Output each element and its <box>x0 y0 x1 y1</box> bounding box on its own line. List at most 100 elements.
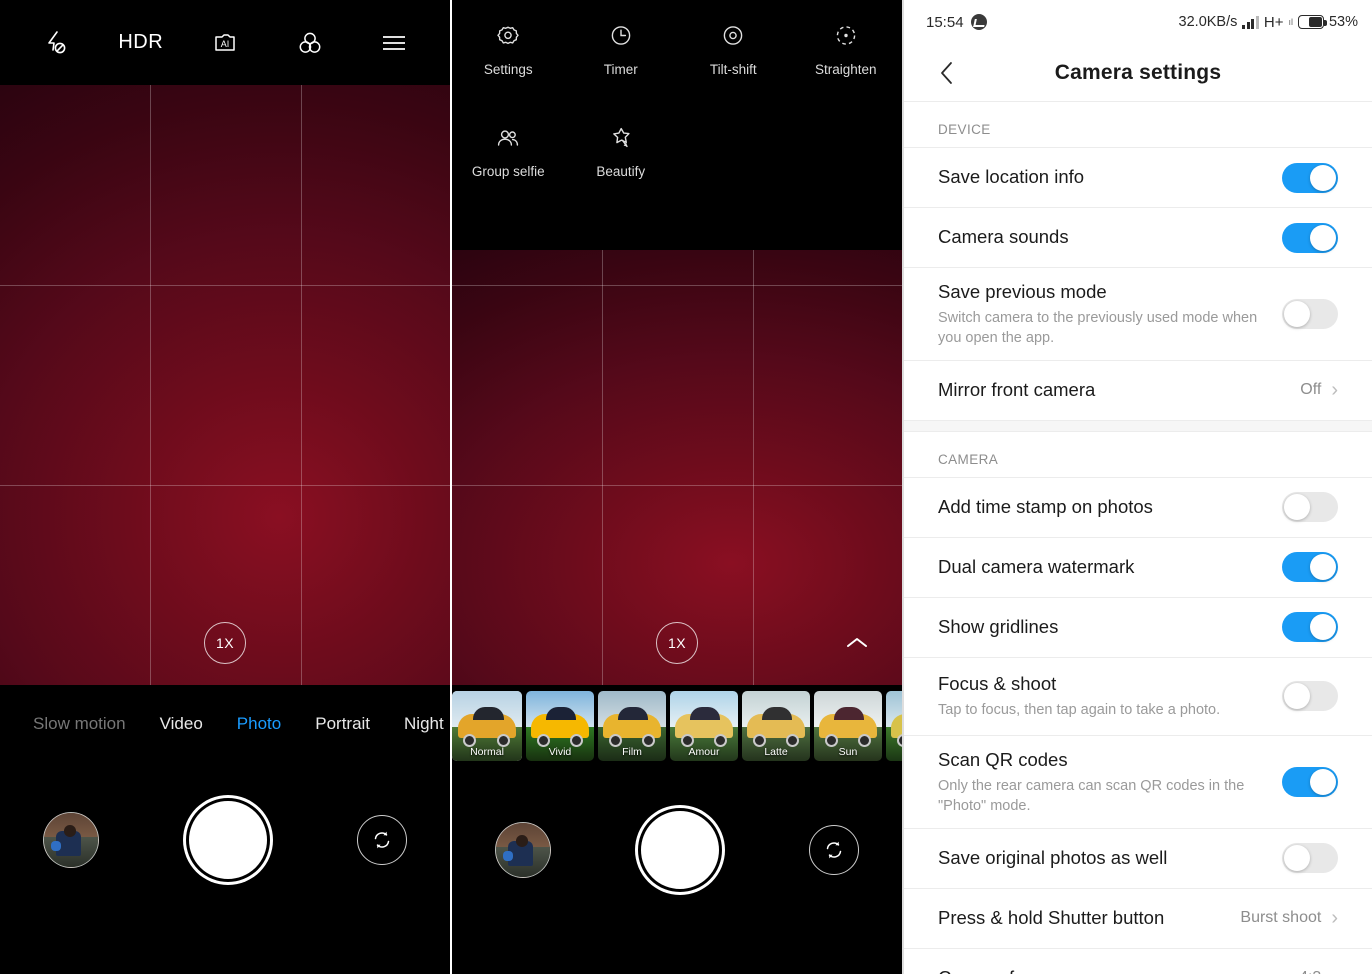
filter-item[interactable]: Sun <box>814 690 882 761</box>
zoom-level-button[interactable]: 1X <box>656 622 698 664</box>
filters-icon[interactable] <box>288 18 332 68</box>
hdr-button[interactable]: HDR <box>118 18 163 68</box>
zoom-level-label: 1X <box>667 635 687 651</box>
setting-row-save-previous-mode[interactable]: Save previous mode Switch camera to the … <box>904 267 1372 360</box>
toggle-save-original-photos[interactable] <box>1282 843 1338 874</box>
settings-gear-icon <box>497 26 519 45</box>
toggle-add-time-stamp[interactable] <box>1282 492 1338 523</box>
straighten-icon <box>836 26 856 45</box>
menu-item-label: Settings <box>483 62 533 77</box>
settings-header: Camera settings <box>904 44 1372 102</box>
gridline-vertical-1 <box>150 85 151 685</box>
shutter-button[interactable] <box>637 808 722 892</box>
setting-row-save-location-info[interactable]: Save location info <box>904 147 1372 207</box>
setting-row-camera-frame[interactable]: Camera frame 4:3 › <box>904 947 1372 974</box>
setting-row-camera-sounds[interactable]: Camera sounds <box>904 207 1372 267</box>
menu-item-label: Timer <box>603 62 638 77</box>
gridline-horizontal-2 <box>0 485 450 486</box>
setting-row-focus-and-shoot[interactable]: Focus & shoot Tap to focus, then tap aga… <box>904 656 1372 735</box>
svg-text:AI: AI <box>221 39 230 49</box>
switch-camera-button[interactable] <box>808 825 859 875</box>
filter-item[interactable]: Vivid <box>526 690 594 761</box>
filter-strip[interactable]: Normal Vivid Film Amour Latte Sun <box>452 688 902 763</box>
toggle-show-gridlines[interactable] <box>1282 612 1338 643</box>
filter-label: Vivid <box>548 745 572 758</box>
camera-topbar: HDR AI <box>0 0 450 85</box>
setting-title: Add time stamp on photos <box>938 495 1153 517</box>
toggle-focus-and-shoot[interactable] <box>1282 681 1338 712</box>
status-bar: 15:54 32.0KB/s H+ ıl 53% <box>904 0 1372 44</box>
setting-description: Switch camera to the previously used mod… <box>938 309 1258 346</box>
toggle-save-previous-mode[interactable] <box>1282 298 1338 329</box>
setting-row-dual-camera-watermark[interactable]: Dual camera watermark <box>904 536 1372 597</box>
camera-viewfinder[interactable] <box>452 250 902 685</box>
menu-item-label: Group selfie <box>471 164 545 179</box>
messenger-icon <box>970 14 987 30</box>
chevron-right-icon: › <box>1331 907 1338 930</box>
menu-icon[interactable] <box>372 18 416 68</box>
toggle-save-location-info[interactable] <box>1282 162 1338 193</box>
setting-value: Off <box>1300 381 1322 399</box>
camera-quick-menu: Settings Timer Tilt-shift Straighten Gro… <box>452 0 902 250</box>
zoom-level-label: 1X <box>215 635 235 651</box>
toggle-camera-sounds[interactable] <box>1282 222 1338 253</box>
chevron-right-icon: › <box>1331 379 1338 402</box>
menu-item-beautify[interactable]: Beautify <box>565 124 678 226</box>
toggle-scan-qr-codes[interactable] <box>1282 766 1338 797</box>
menu-item-timer[interactable]: Timer <box>565 22 678 124</box>
menu-item-settings[interactable]: Settings <box>452 22 565 124</box>
mode-night[interactable]: Night <box>387 714 450 734</box>
filter-item[interactable]: Normal <box>452 690 522 761</box>
filter-item[interactable]: Amour <box>670 690 738 761</box>
gallery-thumbnail[interactable] <box>495 822 552 878</box>
page-title: Camera settings <box>1054 60 1222 84</box>
filter-label: Amour <box>688 745 720 758</box>
back-chevron-icon[interactable] <box>934 60 960 86</box>
setting-title: Save location info <box>938 166 1085 188</box>
camera-menu-panel: Settings Timer Tilt-shift Straighten Gro… <box>452 0 902 974</box>
battery-percent: 53% <box>1328 14 1358 30</box>
mode-photo[interactable]: Photo <box>220 714 298 734</box>
chevron-right-icon: › <box>1331 968 1338 974</box>
setting-row-save-original-photos[interactable]: Save original photos as well <box>904 827 1372 888</box>
filter-item[interactable]: Film <box>598 690 666 761</box>
setting-title: Camera frame <box>938 966 1287 974</box>
ai-scene-icon[interactable]: AI <box>203 18 247 68</box>
setting-title: Scan QR codes <box>938 748 1068 770</box>
network-type-sub: ıl <box>1288 17 1293 27</box>
mode-video[interactable]: Video <box>143 714 220 734</box>
signal-bars-icon <box>1242 15 1259 29</box>
zoom-level-button[interactable]: 1X <box>204 622 246 664</box>
setting-row-show-gridlines[interactable]: Show gridlines <box>904 596 1372 657</box>
setting-row-mirror-front-camera[interactable]: Mirror front camera Off › <box>904 359 1372 420</box>
status-time: 15:54 <box>926 13 964 31</box>
filter-item[interactable]: C <box>886 690 902 761</box>
toggle-dual-camera-watermark[interactable] <box>1282 552 1338 583</box>
section-header-camera: CAMERA <box>938 451 999 467</box>
camera-viewfinder[interactable] <box>0 85 450 685</box>
camera-mode-selector[interactable]: Slow motion Video Photo Portrait Night S <box>0 685 450 763</box>
flash-off-icon[interactable] <box>34 18 78 68</box>
gridline-horizontal-2 <box>452 485 902 486</box>
shutter-button[interactable] <box>185 798 270 882</box>
filter-label: Normal <box>470 745 504 758</box>
gallery-thumbnail[interactable] <box>43 812 100 868</box>
setting-row-press-hold-shutter[interactable]: Press & hold Shutter button Burst shoot … <box>904 887 1372 948</box>
menu-item-label: Straighten <box>814 62 877 77</box>
setting-title: Dual camera watermark <box>938 555 1135 577</box>
filter-label: Sun <box>838 745 858 758</box>
setting-title: Mirror front camera <box>938 378 1096 400</box>
switch-camera-button[interactable] <box>356 815 407 865</box>
mode-portrait[interactable]: Portrait <box>298 714 387 734</box>
mode-slow-motion[interactable]: Slow motion <box>16 714 143 734</box>
filter-item[interactable]: Latte <box>742 690 810 761</box>
setting-title: Save original photos as well <box>938 846 1168 868</box>
menu-item-straighten[interactable]: Straighten <box>790 22 903 124</box>
menu-item-tilt-shift[interactable]: Tilt-shift <box>677 22 790 124</box>
menu-item-group-selfie[interactable]: Group selfie <box>452 124 565 226</box>
chevron-up-icon[interactable] <box>842 628 872 658</box>
menu-item-label: Tilt-shift <box>709 62 757 77</box>
network-type: H+ <box>1263 13 1284 31</box>
setting-row-scan-qr-codes[interactable]: Scan QR codes Only the rear camera can s… <box>904 734 1372 828</box>
setting-row-add-time-stamp[interactable]: Add time stamp on photos <box>904 476 1372 537</box>
